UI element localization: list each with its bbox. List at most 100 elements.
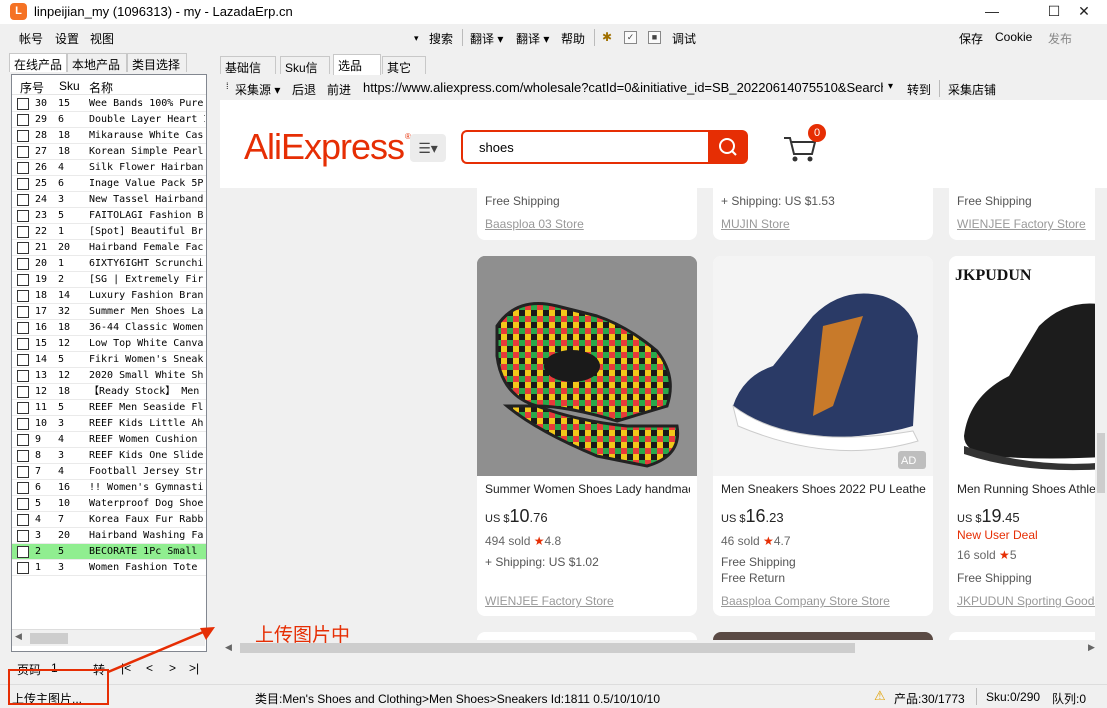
list-item[interactable]: 7 4 Football Jersey Str <box>12 464 206 480</box>
row-checkbox[interactable] <box>17 546 29 558</box>
list-item[interactable]: 14 5 Fikri Women's Sneak <box>12 352 206 368</box>
list-item[interactable]: 15 12 Low Top White Canva <box>12 336 206 352</box>
back-button[interactable]: 后退 <box>292 81 316 98</box>
row-checkbox[interactable] <box>17 434 29 446</box>
list-item[interactable]: 19 2 [SG | Extremely Fir <box>12 272 206 288</box>
browser-vscroll-thumb[interactable] <box>1097 433 1105 493</box>
scroll-left-icon[interactable]: ◀ <box>15 631 22 642</box>
tab-product-select[interactable]: 选品 <box>333 54 381 75</box>
tab-local-products[interactable]: 本地产品 <box>67 53 127 72</box>
list-item[interactable]: 6 16 !! Women's Gymnasti <box>12 480 206 496</box>
row-checkbox[interactable] <box>17 402 29 414</box>
product-image[interactable] <box>477 256 697 476</box>
check-icon[interactable]: ✓ <box>624 31 637 44</box>
menu-search[interactable]: 搜索 <box>429 30 453 47</box>
list-item[interactable]: 28 18 Mikarause White Cas <box>12 128 206 144</box>
scroll-right-icon[interactable]: ▶ <box>1088 642 1095 653</box>
row-checkbox[interactable] <box>17 178 29 190</box>
header-sku[interactable]: Sku <box>59 79 80 93</box>
menu-settings[interactable]: 设置 <box>55 30 79 47</box>
store-link[interactable]: Baasploa 03 Store <box>485 217 584 231</box>
list-item[interactable]: 30 15 Wee Bands 100% Pure <box>12 96 206 112</box>
save-button[interactable]: 保存 <box>959 30 983 47</box>
list-item[interactable]: 11 5 REEF Men Seaside Fl <box>12 400 206 416</box>
row-checkbox[interactable] <box>17 130 29 142</box>
store-link[interactable]: WIENJEE Factory Store <box>957 217 1086 231</box>
list-item[interactable]: 13 12 2020 Small White Sh <box>12 368 206 384</box>
source-dropdown[interactable]: 采集源 ▾ <box>235 81 280 98</box>
product-card[interactable]: AD Men Sneakers Shoes 2022 PU Leather...… <box>713 256 933 616</box>
row-checkbox[interactable] <box>17 322 29 334</box>
product-title[interactable]: Summer Women Shoes Lady handmade... <box>485 482 690 496</box>
list-item[interactable]: 17 32 Summer Men Shoes La <box>12 304 206 320</box>
row-checkbox[interactable] <box>17 242 29 254</box>
row-checkbox[interactable] <box>17 290 29 302</box>
list-item[interactable]: 21 20 Hairband Female Fac <box>12 240 206 256</box>
menu-translate-2[interactable]: 翻译 ▾ <box>516 30 549 47</box>
header-name[interactable]: 名称 <box>89 79 113 96</box>
row-checkbox[interactable] <box>17 450 29 462</box>
row-checkbox[interactable] <box>17 226 29 238</box>
row-checkbox[interactable] <box>17 354 29 366</box>
menu-account[interactable]: 帐号 <box>19 30 43 47</box>
store-link[interactable]: MUJIN Store <box>721 217 790 231</box>
menu-view[interactable]: 视图 <box>90 30 114 47</box>
row-checkbox[interactable] <box>17 530 29 542</box>
list-item[interactable]: 2 5 BECORATE 1Pc Small <box>12 544 206 560</box>
row-checkbox[interactable] <box>17 258 29 270</box>
list-item[interactable]: 3 20 Hairband Washing Fa <box>12 528 206 544</box>
close-button[interactable]: ✕ <box>1061 0 1107 24</box>
menu-translate-1[interactable]: 翻译 ▾ <box>470 30 503 47</box>
list-item[interactable]: 1 3 Women Fashion Tote <box>12 560 206 576</box>
menu-debug[interactable]: 调试 <box>672 30 696 47</box>
square-icon[interactable]: ■ <box>648 31 661 44</box>
list-item[interactable]: 27 18 Korean Simple Pearl <box>12 144 206 160</box>
product-title[interactable]: Men Running Shoes Athletic <box>957 482 1107 496</box>
product-image[interactable]: JKPUDUN <box>949 256 1107 476</box>
list-item[interactable]: 20 1 6IXTY6IGHT Scrunchi <box>12 256 206 272</box>
list-hscroll-thumb[interactable] <box>30 633 68 644</box>
search-button[interactable] <box>708 130 748 164</box>
row-checkbox[interactable] <box>17 482 29 494</box>
list-item[interactable]: 10 3 REEF Kids Little Ah <box>12 416 206 432</box>
aliexpress-logo[interactable]: AliExpress <box>244 126 405 168</box>
tab-category-select[interactable]: 类目选择 <box>127 53 187 72</box>
publish-button[interactable]: 发布 <box>1048 30 1072 47</box>
row-checkbox[interactable] <box>17 114 29 126</box>
list-item[interactable]: 22 1 [Spot] Beautiful Br <box>12 224 206 240</box>
row-checkbox[interactable] <box>17 514 29 526</box>
header-seq[interactable]: 序号 <box>20 79 44 96</box>
tab-basic-info[interactable]: 基础信息 <box>220 56 276 92</box>
list-item[interactable]: 12 18 【Ready Stock】 Men <box>12 384 206 400</box>
row-checkbox[interactable] <box>17 418 29 430</box>
url-input[interactable]: https://www.aliexpress.com/wholesale?cat… <box>363 80 883 95</box>
product-title[interactable]: Men Sneakers Shoes 2022 PU Leather... <box>721 482 926 496</box>
list-item[interactable]: 16 18 36-44 Classic Women <box>12 320 206 336</box>
store-link[interactable]: Baasploa Company Store Store <box>721 594 890 608</box>
list-item[interactable]: 29 6 Double Layer Heart I <box>12 112 206 128</box>
row-checkbox[interactable] <box>17 146 29 158</box>
minimize-button[interactable]: — <box>969 0 1015 24</box>
row-checkbox[interactable] <box>17 338 29 350</box>
row-checkbox[interactable] <box>17 194 29 206</box>
row-checkbox[interactable] <box>17 498 29 510</box>
row-checkbox[interactable] <box>17 386 29 398</box>
store-link[interactable]: WIENJEE Factory Store <box>485 594 614 608</box>
row-checkbox[interactable] <box>17 162 29 174</box>
list-item[interactable]: 5 10 Waterproof Dog Shoe <box>12 496 206 512</box>
row-checkbox[interactable] <box>17 98 29 110</box>
product-card[interactable]: JKPUDUN Men Running Shoes Athletic US $1… <box>949 256 1107 616</box>
list-item[interactable]: 9 4 REEF Women Cushion <box>12 432 206 448</box>
product-card[interactable]: Summer Women Shoes Lady handmade... US $… <box>477 256 697 616</box>
forward-button[interactable]: 前进 <box>327 81 351 98</box>
browser-vscrollbar[interactable] <box>1095 188 1107 640</box>
bee-icon[interactable]: ✱ <box>602 30 612 44</box>
browser-hscrollbar[interactable]: ◀ ▶ <box>220 640 1107 656</box>
product-image[interactable]: AD <box>713 256 933 476</box>
row-checkbox[interactable] <box>17 306 29 318</box>
tab-other[interactable]: 其它 <box>382 56 426 75</box>
list-item[interactable]: 24 3 New Tassel Hairband <box>12 192 206 208</box>
row-checkbox[interactable] <box>17 466 29 478</box>
row-checkbox[interactable] <box>17 210 29 222</box>
tab-sku-info[interactable]: Sku信息 <box>280 56 330 92</box>
